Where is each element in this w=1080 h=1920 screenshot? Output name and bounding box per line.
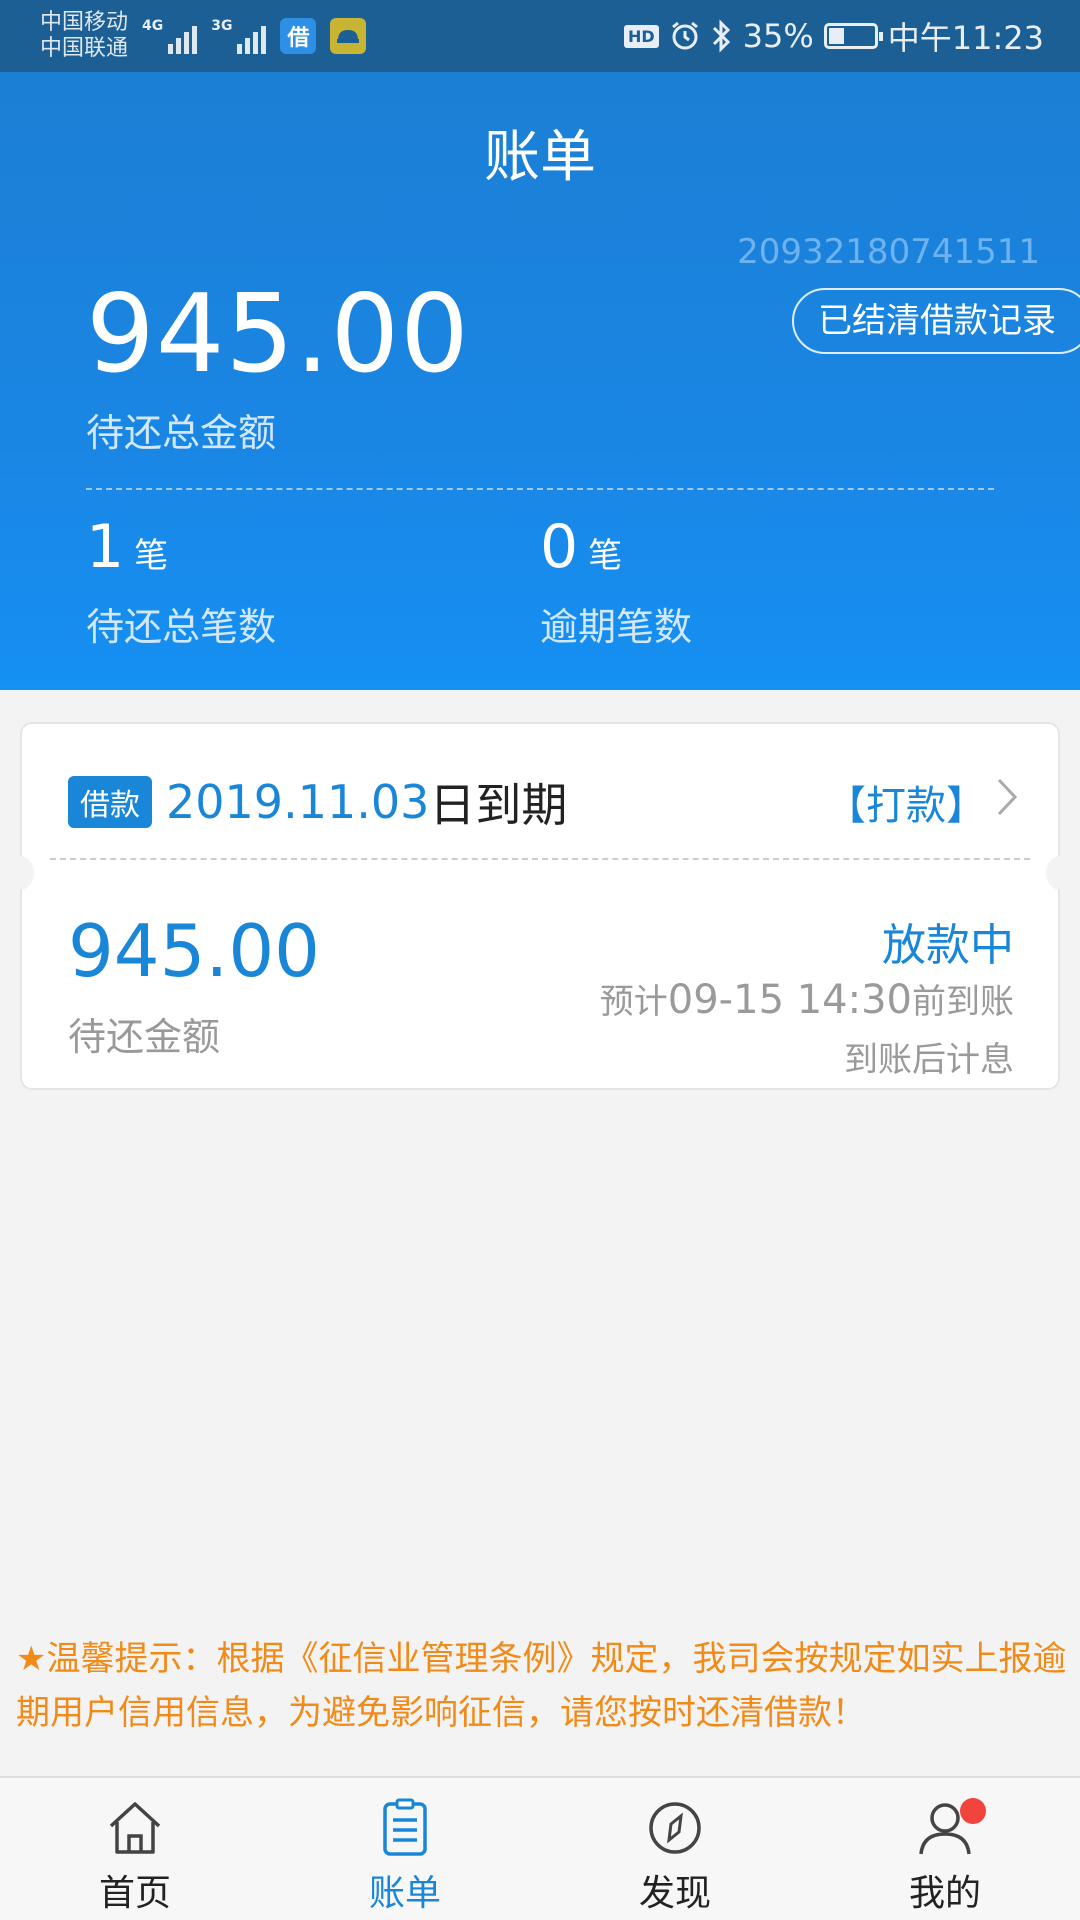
nav-home-label: 首页 — [98, 1873, 171, 1914]
nav-mine-label: 我的 — [908, 1873, 981, 1914]
nav-bill[interactable]: 账单 — [270, 1778, 540, 1920]
bluetooth-icon — [712, 19, 730, 53]
card-divider — [50, 858, 1030, 860]
alarm-icon — [671, 21, 698, 50]
eta-time: 09-15 14:30 — [667, 977, 912, 1023]
pending-count-unit: 笔 — [134, 536, 169, 576]
bill-amount-label: 待还金额 — [68, 1015, 221, 1059]
car-app-icon — [330, 18, 367, 54]
nav-discover-label: 发现 — [638, 1873, 711, 1914]
eta-prefix: 预计 — [599, 982, 668, 1022]
divider — [86, 488, 994, 490]
signal-3g-icon: 3G — [211, 18, 267, 54]
signal-4g-icon: 4G — [142, 18, 198, 54]
net-4g-label: 4G — [142, 18, 164, 34]
bill-card-header: 借款 2019.11.03 日到期 【打款】 — [68, 764, 1018, 840]
interest-note: 到账后计息 — [844, 1040, 1014, 1080]
overdue-count-unit: 笔 — [588, 536, 623, 576]
battery-fill — [828, 28, 845, 44]
home-icon — [109, 1802, 161, 1854]
overdue-count: 0 — [540, 512, 579, 582]
account-number: 20932180741511 — [737, 232, 1040, 272]
due-date: 2019.11.03 — [166, 775, 430, 829]
hd-icon: HD — [623, 24, 659, 48]
carrier-1: 中国移动 — [40, 10, 129, 35]
notification-dot — [960, 1798, 986, 1824]
overdue-count-label: 逾期笔数 — [540, 605, 693, 649]
loan-app-icon: 借 — [280, 18, 317, 54]
card-notch-right — [1046, 856, 1074, 890]
nav-mine[interactable]: 我的 — [810, 1778, 1080, 1920]
status-right: HD 35% 中午11:23 — [623, 13, 1044, 59]
net-3g-label: 3G — [211, 18, 233, 34]
bill-card[interactable]: 借款 2019.11.03 日到期 【打款】 945.00 待还金额 放款中 预… — [6, 722, 1074, 1090]
nav-home[interactable]: 首页 — [0, 1778, 270, 1920]
settled-records-button[interactable]: 已结清借款记录 — [792, 288, 1080, 354]
nav-bill-label: 账单 — [368, 1873, 441, 1914]
pending-count-stat: 1笔 待还总笔数 — [86, 512, 276, 651]
pending-count: 1 — [86, 512, 125, 582]
total-amount: 945.00 — [86, 272, 470, 397]
card-notch-left — [6, 856, 34, 890]
pay-link[interactable]: 【打款】 — [826, 773, 986, 831]
bill-amount: 945.00 — [68, 909, 320, 993]
overdue-count-stat: 0笔 逾期笔数 — [540, 512, 692, 651]
status-left: 中国移动 中国联通 4G 3G 借 — [40, 10, 367, 62]
carrier-2: 中国联通 — [40, 36, 129, 61]
nav-discover[interactable]: 发现 — [540, 1778, 810, 1920]
loan-status: 放款中 — [882, 920, 1014, 971]
bill-icon — [383, 1798, 427, 1856]
status-bar: 中国移动 中国联通 4G 3G 借 HD 35% 中午11:23 — [0, 0, 1080, 72]
total-amount-label: 待还总金额 — [86, 411, 277, 455]
loan-tag: 借款 — [68, 776, 152, 828]
clock: 中午11:23 — [887, 19, 1044, 57]
arrival-estimate: 预计09-15 14:30前到账 — [600, 974, 1014, 1023]
carriers: 中国移动 中国联通 — [40, 10, 128, 62]
due-suffix: 日到期 — [429, 778, 568, 832]
battery-icon — [823, 23, 883, 49]
page-title: 账单 — [484, 125, 596, 190]
bottom-nav: 首页 账单 发现 我的 — [0, 1776, 1080, 1920]
compass-icon — [649, 1802, 701, 1854]
bill-summary-header: 账单 20932180741511 已结清借款记录 945.00 待还总金额 1… — [0, 72, 1080, 690]
credit-warning-tip: ★温馨提示：根据《征信业管理条例》规定，我司会按规定如实上报逾期用户信用信息，为… — [16, 1639, 1067, 1733]
pending-count-label: 待还总笔数 — [86, 605, 277, 649]
chevron-right-icon[interactable] — [996, 777, 1018, 827]
eta-suffix: 前到账 — [912, 982, 1014, 1022]
battery-percent: 35% — [742, 17, 814, 55]
